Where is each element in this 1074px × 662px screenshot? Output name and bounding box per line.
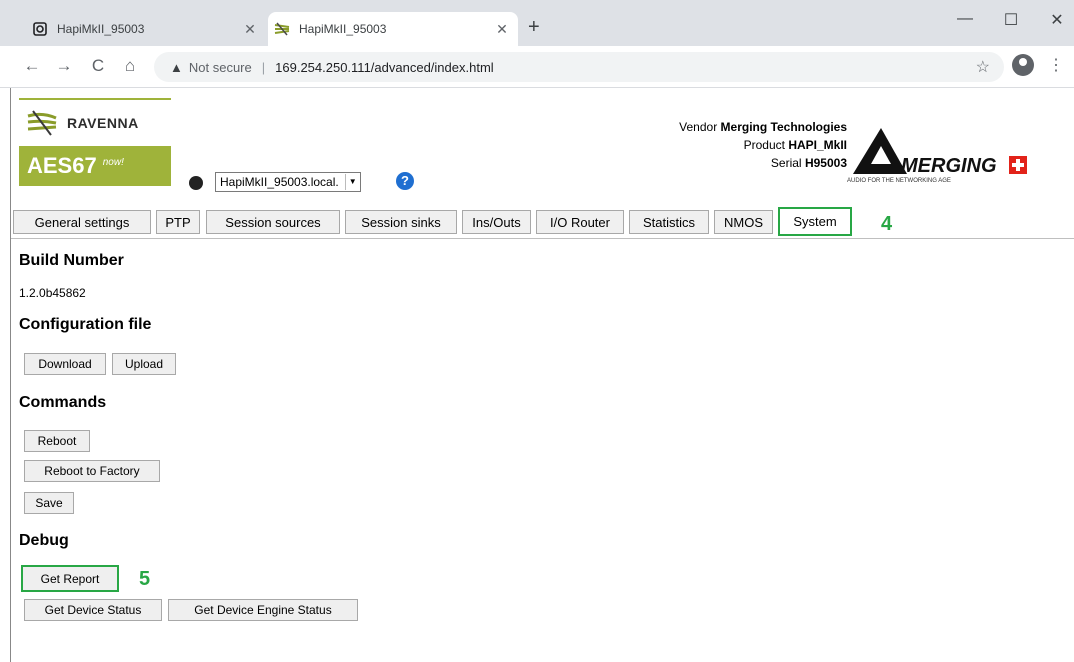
debug-heading: Debug: [19, 532, 69, 549]
address-separator: |: [261, 59, 266, 75]
tab-session-sources[interactable]: Session sources: [206, 210, 340, 234]
ravenna-brand: RAVENNA: [67, 115, 139, 131]
aes67-brand: AES67 now!: [27, 153, 124, 178]
page-content: RAVENNA AES67 now! HapiMkII_95003.local. …: [10, 88, 1074, 662]
ravenna-favicon-icon: [274, 21, 290, 37]
warning-icon: ▲: [170, 59, 183, 75]
step-4-annotation: 4: [881, 213, 893, 235]
camera-icon: [32, 21, 48, 37]
reboot-to-factory-button[interactable]: Reboot to Factory: [24, 460, 160, 482]
new-tab-icon[interactable]: +: [528, 17, 540, 37]
tab-session-sinks[interactable]: Session sinks: [345, 210, 457, 234]
save-button[interactable]: Save: [24, 492, 74, 514]
menu-dots-icon[interactable]: ⋮: [1048, 55, 1064, 75]
chevron-down-icon: ▼: [344, 174, 360, 190]
commands-heading: Commands: [19, 394, 107, 411]
tab-ptp[interactable]: PTP: [156, 210, 200, 234]
reload-icon[interactable]: C: [86, 56, 110, 76]
close-icon[interactable]: ✕: [240, 21, 260, 38]
get-device-status-button[interactable]: Get Device Status: [24, 599, 162, 621]
browser-tab-bar: HapiMkII_95003 ✕ HapiMkII_95003 ✕ + — ☐ …: [0, 0, 1074, 46]
get-report-button[interactable]: Get Report: [21, 565, 119, 592]
url-text: 169.254.250.111/advanced/index.html: [275, 59, 494, 75]
close-icon[interactable]: ✕: [492, 21, 512, 38]
security-status: Not secure: [188, 59, 252, 75]
maximize-icon[interactable]: ☐: [996, 10, 1026, 30]
browser-tab-title: HapiMkII_95003: [57, 22, 145, 36]
svg-text:AUDIO FOR THE NETWORKING AGE: AUDIO FOR THE NETWORKING AGE: [847, 178, 951, 184]
browser-tab-title: HapiMkII_95003: [299, 22, 387, 36]
get-device-engine-status-button[interactable]: Get Device Engine Status: [168, 599, 358, 621]
ravenna-aes67-logo: RAVENNA AES67 now!: [19, 98, 171, 186]
build-number-heading: Build Number: [19, 252, 124, 269]
profile-avatar-icon[interactable]: [1012, 54, 1034, 76]
host-value: HapiMkII_95003.local.: [220, 175, 339, 189]
reboot-button[interactable]: Reboot: [24, 430, 90, 452]
home-icon[interactable]: ⌂: [118, 56, 142, 76]
browser-toolbar: ← → C ⌂ ▲ Not secure | 169.254.250.111/a…: [0, 46, 1074, 88]
browser-tab-1[interactable]: HapiMkII_95003 ✕: [26, 12, 266, 46]
merging-logo: MERGING AUDIO FOR THE NETWORKING AGE: [847, 128, 1027, 184]
build-number-value: 1.2.0b45862: [19, 286, 86, 300]
browser-tab-2[interactable]: HapiMkII_95003 ✕: [268, 12, 518, 46]
address-bar[interactable]: ▲ Not secure | 169.254.250.111/advanced/…: [154, 52, 1004, 82]
download-button[interactable]: Download: [24, 353, 106, 375]
upload-button[interactable]: Upload: [112, 353, 176, 375]
tab-general-settings[interactable]: General settings: [13, 210, 151, 234]
product-value: HAPI_MkII: [788, 138, 847, 152]
tab-system[interactable]: System: [778, 207, 852, 236]
step-5-annotation: 5: [139, 568, 151, 590]
globe-icon: [189, 176, 203, 190]
tab-io-router[interactable]: I/O Router: [536, 210, 624, 234]
device-info: Vendor Merging Technologies Product HAPI…: [679, 120, 847, 170]
tab-nmos[interactable]: NMOS: [714, 210, 773, 234]
svg-text:MERGING: MERGING: [901, 155, 997, 177]
host-select[interactable]: HapiMkII_95003.local. ▼: [215, 172, 361, 192]
back-icon[interactable]: ←: [20, 56, 44, 76]
ravenna-logo-icon: [27, 110, 57, 136]
help-icon[interactable]: ?: [396, 172, 414, 190]
window-close-icon[interactable]: ✕: [1042, 10, 1072, 30]
serial-value: H95003: [804, 156, 847, 170]
tab-ins-outs[interactable]: Ins/Outs: [462, 210, 531, 234]
forward-icon[interactable]: →: [52, 56, 76, 76]
settings-tabs: General settings PTP Session sources Ses…: [11, 207, 1074, 239]
configuration-file-heading: Configuration file: [19, 316, 152, 333]
bookmark-star-icon[interactable]: ☆: [976, 57, 990, 77]
vendor-value: Merging Technologies: [720, 120, 847, 134]
tab-statistics[interactable]: Statistics: [629, 210, 709, 234]
minimize-icon[interactable]: —: [950, 10, 980, 28]
